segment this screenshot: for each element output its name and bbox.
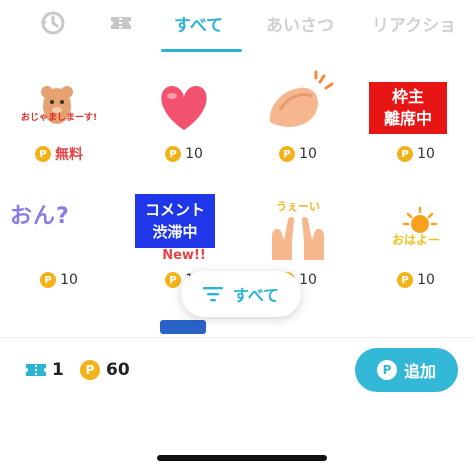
sticker-text: コメント	[144, 201, 205, 219]
sticker-text: 渋滞中	[152, 223, 198, 241]
ticket-count: 1	[52, 360, 64, 380]
price-value: 10	[185, 146, 203, 162]
sticker-item[interactable]: P 10	[125, 62, 243, 182]
sticker-ojama: おじゃましまーす!	[21, 86, 97, 124]
sticker-heart	[161, 86, 207, 130]
ticket-icon	[26, 364, 46, 376]
home-indicator	[157, 455, 327, 461]
sticker-text: 枠主	[391, 87, 424, 106]
price-value: 10	[299, 146, 317, 162]
sticker-item[interactable]: 枠主 離席中 P 10	[357, 62, 475, 182]
bottom-bar: 1 P 60 P 追加	[0, 337, 475, 476]
coin-icon: P	[35, 146, 51, 162]
add-coins-button[interactable]: P 追加	[355, 348, 458, 392]
sticker-clap	[269, 70, 334, 127]
svg-text:おはよー: おはよー	[392, 233, 440, 247]
sticker-item[interactable]: おはよー P 10	[357, 188, 475, 308]
filter-button[interactable]: すべて	[181, 271, 301, 317]
price-free: 無料	[55, 147, 83, 163]
tab-greetings[interactable]: あいさつ	[266, 11, 334, 36]
sticker-item[interactable]: おじゃましまーす! P 無料	[0, 62, 118, 182]
sticker-text: 離席中	[383, 109, 432, 128]
price-tag: P 10	[0, 270, 118, 290]
add-label: 追加	[403, 362, 436, 381]
price-tag: P 10	[125, 144, 243, 164]
tab-all[interactable]: すべて	[174, 11, 223, 36]
coin-icon: P	[397, 272, 414, 288]
price-value: 10	[60, 272, 78, 288]
sticker-ohayo: おはよー	[392, 206, 440, 247]
active-tab-indicator	[161, 49, 242, 52]
tab-bar: すべて あいさつ リアクショ	[0, 0, 475, 52]
sticker-peek	[160, 320, 206, 334]
svg-text:うぇーい: うぇーい	[276, 200, 320, 213]
coin-icon: P	[165, 146, 182, 162]
coin-icon: P	[376, 360, 397, 380]
sticker-item[interactable]: おん? P 10	[0, 188, 118, 308]
price-tag: P 10	[239, 144, 357, 164]
coin-icon: P	[165, 272, 182, 288]
sticker-waku-rimu: 枠主 離席中	[369, 82, 447, 134]
svg-text:おじゃましまーす!: おじゃましまーす!	[21, 112, 97, 123]
price-value: 10	[417, 272, 435, 288]
sticker-uei: うぇーい	[272, 200, 324, 260]
coin-icon: P	[80, 360, 100, 380]
price-value: 10	[417, 146, 435, 162]
price-tag: P 10	[357, 144, 475, 164]
price-value: 10	[299, 272, 317, 288]
new-badge: New!!	[162, 248, 206, 263]
tab-reactions[interactable]: リアクショ	[372, 11, 456, 36]
coin-icon: P	[279, 146, 296, 162]
coin-icon: P	[40, 272, 57, 288]
sticker-on: おん?	[10, 204, 70, 229]
history-icon[interactable]	[38, 8, 68, 38]
coin-icon: P	[397, 146, 414, 162]
coin-balance: 60	[106, 360, 130, 380]
ticket-icon[interactable]	[106, 8, 136, 38]
sticker-comment-jutai: コメント 渋滞中	[135, 194, 215, 248]
filter-label: すべて	[232, 286, 280, 305]
filter-icon	[202, 287, 223, 302]
price-tag: P 10	[357, 270, 475, 290]
price-tag: P 無料	[0, 144, 118, 164]
sticker-item[interactable]: P 10	[239, 62, 357, 182]
